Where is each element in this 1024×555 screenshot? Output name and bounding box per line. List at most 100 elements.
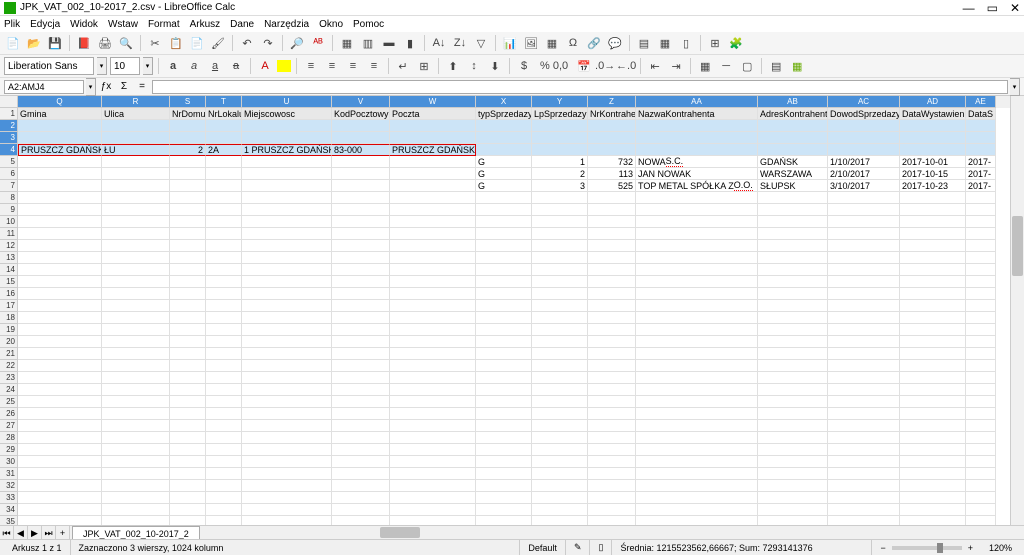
sheet-nav-last-icon[interactable]: ⏭	[42, 526, 56, 540]
cell[interactable]	[828, 144, 900, 156]
cell[interactable]	[900, 264, 966, 276]
cell[interactable]: typSprzedazy	[476, 108, 532, 120]
cell[interactable]	[206, 408, 242, 420]
cell[interactable]	[18, 264, 102, 276]
cell[interactable]: 732	[588, 156, 636, 168]
col-icon[interactable]: ▥	[359, 34, 377, 52]
cell[interactable]	[476, 384, 532, 396]
cell[interactable]	[966, 348, 996, 360]
col-header-Z[interactable]: Z	[588, 96, 636, 108]
cell[interactable]	[390, 480, 476, 492]
cell[interactable]	[18, 252, 102, 264]
cell[interactable]	[170, 300, 206, 312]
cell[interactable]	[588, 456, 636, 468]
cell[interactable]	[758, 264, 828, 276]
cell[interactable]	[390, 276, 476, 288]
cell[interactable]	[758, 504, 828, 516]
cell[interactable]: TOP METAL SPÓŁKA Z O.O.	[636, 180, 758, 192]
table-row[interactable]	[18, 420, 1010, 432]
row-header-17[interactable]: 17	[0, 300, 17, 312]
cell[interactable]	[532, 456, 588, 468]
cell[interactable]	[390, 384, 476, 396]
cell[interactable]	[170, 192, 206, 204]
cell[interactable]	[828, 192, 900, 204]
cell[interactable]	[900, 480, 966, 492]
cell[interactable]	[532, 288, 588, 300]
cell[interactable]	[900, 240, 966, 252]
cell[interactable]	[476, 420, 532, 432]
row-header-7[interactable]: 7	[0, 180, 17, 192]
cell[interactable]	[18, 324, 102, 336]
cell[interactable]	[900, 216, 966, 228]
hscroll-thumb[interactable]	[380, 527, 420, 538]
cell[interactable]	[170, 408, 206, 420]
table-row[interactable]	[18, 348, 1010, 360]
font-color-icon[interactable]: A	[256, 57, 274, 75]
zoom-out-icon[interactable]: −	[880, 543, 885, 553]
col-header-AA[interactable]: AA	[636, 96, 758, 108]
menu-wstaw[interactable]: Wstaw	[108, 19, 138, 30]
cell[interactable]	[588, 132, 636, 144]
cell[interactable]	[332, 288, 390, 300]
col-header-X[interactable]: X	[476, 96, 532, 108]
spreadsheet-grid[interactable]: 1 2 3 4 5 6 7 8 9 10 11 12 13 14 15 16 1…	[0, 96, 1024, 525]
cell[interactable]	[966, 204, 996, 216]
menu-plik[interactable]: Plik	[4, 19, 20, 30]
cell[interactable]	[332, 264, 390, 276]
font-name-dropdown-icon[interactable]: ▾	[97, 57, 107, 75]
name-box-dropdown-icon[interactable]: ▾	[86, 78, 96, 96]
row-header-30[interactable]: 30	[0, 456, 17, 468]
cell[interactable]	[242, 372, 332, 384]
cell[interactable]	[532, 408, 588, 420]
highlight-icon[interactable]	[277, 60, 291, 72]
table-row[interactable]	[18, 432, 1010, 444]
indent-increase-icon[interactable]: ⇥	[667, 57, 685, 75]
cell[interactable]	[476, 372, 532, 384]
sheet-nav-prev-icon[interactable]: ◀	[14, 526, 28, 540]
cell[interactable]	[206, 360, 242, 372]
cell[interactable]	[588, 204, 636, 216]
row-header-32[interactable]: 32	[0, 480, 17, 492]
cell[interactable]	[242, 324, 332, 336]
cell[interactable]	[18, 288, 102, 300]
cell[interactable]	[102, 396, 170, 408]
cell[interactable]	[206, 120, 242, 132]
cell[interactable]: G	[476, 168, 532, 180]
cell[interactable]	[18, 180, 102, 192]
cell[interactable]	[758, 432, 828, 444]
cell[interactable]	[18, 168, 102, 180]
row-header-19[interactable]: 19	[0, 324, 17, 336]
cell[interactable]	[966, 324, 996, 336]
cell[interactable]	[332, 396, 390, 408]
sort-asc-icon[interactable]: A↓	[430, 34, 448, 52]
cell[interactable]	[102, 360, 170, 372]
cell[interactable]	[170, 384, 206, 396]
cell[interactable]	[636, 468, 758, 480]
cell[interactable]	[758, 216, 828, 228]
cell[interactable]	[828, 480, 900, 492]
cell[interactable]	[636, 192, 758, 204]
cell[interactable]	[588, 300, 636, 312]
cell[interactable]: G	[476, 156, 532, 168]
row-header-8[interactable]: 8	[0, 192, 17, 204]
cell[interactable]	[532, 492, 588, 504]
cell[interactable]	[476, 288, 532, 300]
cell[interactable]	[532, 468, 588, 480]
cell[interactable]	[102, 288, 170, 300]
cell[interactable]	[532, 192, 588, 204]
save-icon[interactable]: 💾	[46, 34, 64, 52]
cell[interactable]: SŁUPSK	[758, 180, 828, 192]
cell[interactable]	[636, 372, 758, 384]
cell[interactable]: 2017-	[966, 168, 996, 180]
cell[interactable]	[102, 312, 170, 324]
wrap-text-icon[interactable]: ↵	[394, 57, 412, 75]
cell[interactable]	[242, 240, 332, 252]
cell[interactable]	[966, 252, 996, 264]
cell[interactable]	[102, 372, 170, 384]
name-box[interactable]: A2:AMJ4	[4, 80, 84, 94]
cell[interactable]	[476, 468, 532, 480]
table-row[interactable]: GminaUlicaNrDomuNrLokaluMiejscowoscKodPo…	[18, 108, 1010, 120]
cell[interactable]	[390, 120, 476, 132]
row-header-9[interactable]: 9	[0, 204, 17, 216]
cell[interactable]	[102, 132, 170, 144]
